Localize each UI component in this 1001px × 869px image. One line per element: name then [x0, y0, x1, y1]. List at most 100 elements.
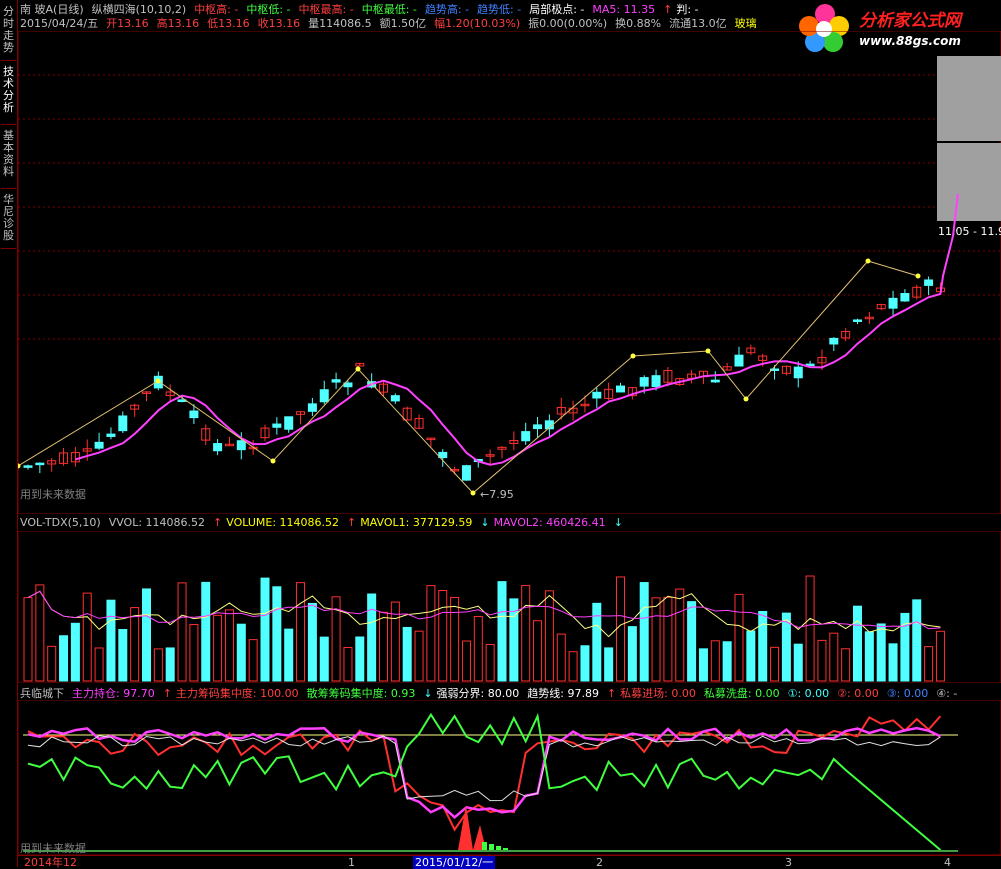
logo-title: 分析家公式网 [859, 11, 961, 31]
header-line2-item: 额1.50亿 [379, 17, 427, 30]
candle-body [793, 366, 803, 379]
header-line2-item: 玻璃 [734, 17, 757, 30]
header-line2-item: 量114086.5 [308, 17, 372, 30]
candle-body [888, 297, 898, 309]
volume-bar [841, 648, 851, 682]
header-line1-item: 南 玻A(日线) [20, 3, 84, 16]
candle-body [213, 443, 223, 452]
candle-body [284, 416, 294, 430]
candle-body [521, 431, 531, 442]
tab-diagnosis[interactable]: 华尼诊股 [1, 192, 16, 249]
header-line2-item: 振0.00(0.00%) [528, 17, 608, 30]
volume-bar [23, 597, 33, 682]
volume-bar [47, 645, 57, 682]
header-line2-item: 幅1.20(10.03%) [434, 17, 521, 30]
indicator-legend-item: ①: 0.00 [787, 687, 830, 700]
volume-bar [710, 640, 720, 682]
time-label-dec: 2014年12 [24, 856, 77, 869]
price-scale-block [937, 143, 1001, 221]
indicator-legend-item: ④: - [936, 687, 958, 700]
volume-bar [604, 647, 614, 682]
candle-body [710, 379, 720, 383]
candle-body [118, 415, 128, 432]
indicator-chart[interactable] [18, 700, 1001, 855]
volume-bar [438, 590, 448, 682]
candle-body [35, 462, 45, 466]
volume-bar [627, 626, 637, 682]
header-line2-item: 流通13.0亿 [669, 17, 727, 30]
trend-line [27, 735, 941, 802]
private-wash-bar [489, 844, 494, 850]
volume-bar [189, 624, 199, 682]
indicator-legend-item: 主力筹码集中度: 100.00 [175, 687, 299, 700]
time-axis: 2014年12 1 2015/01/12/一 2 3 4 [18, 855, 1001, 869]
volume-bar [639, 582, 649, 682]
indicator-legend-item: ③: 0.00 [886, 687, 929, 700]
volume-legend-item: ↑ [213, 516, 223, 529]
mavol1-line [27, 590, 941, 638]
candle-body [900, 293, 910, 302]
volume-bar [118, 629, 128, 682]
volume-bar [497, 581, 507, 682]
price-chart[interactable]: 11.05 - 11.9 ←7.95 [18, 31, 1001, 514]
volume-bar [722, 641, 732, 682]
indicator-legend-item: 私募洗盘: 0.00 [703, 687, 780, 700]
volume-legend-item: VOLUME: 114086.52 [226, 516, 339, 529]
pivot-marker [355, 366, 361, 372]
price-range-label: 11.05 - 11.9 [938, 225, 1001, 238]
volume-bar [94, 647, 104, 682]
indicator-legend-item: 散筹筹码集中度: 0.93 [306, 687, 416, 700]
volume-bar [379, 611, 388, 682]
volume-bar [142, 588, 151, 682]
volume-bar [556, 633, 566, 682]
volume-bar [461, 640, 471, 682]
volume-bar [343, 646, 353, 682]
volume-legend-item: ↓ [480, 516, 490, 529]
indicator-legend-item: ↑ [606, 687, 617, 700]
volume-bar [805, 575, 815, 682]
tab-fundamental[interactable]: 基本资料 [1, 128, 16, 189]
candle-body [734, 354, 744, 367]
candle-body [106, 433, 116, 437]
tab-technical[interactable]: 技术分析 [1, 64, 16, 125]
volume-bar [272, 586, 282, 682]
header-line2-item: 收13.16 [257, 17, 301, 30]
header-line2-item: 2015/04/24/五 [20, 17, 99, 30]
volume-bar [544, 590, 554, 682]
volume-bar [414, 630, 424, 682]
time-label-apr: 4 [944, 856, 951, 869]
pivot-marker [270, 458, 276, 464]
volume-bar [426, 585, 436, 682]
header-line1-item: 纵横四海(10,10,2) [91, 3, 187, 16]
candle-body [319, 389, 329, 403]
volume-bar [130, 607, 140, 682]
candle-body [94, 441, 104, 449]
volume-bar [592, 602, 602, 682]
tab-intraday[interactable]: 分时走势 [1, 4, 16, 61]
candle-body [236, 440, 246, 451]
candle-body [853, 319, 862, 322]
volume-bar [450, 596, 460, 682]
future-data-label: 用到未来数据 [20, 488, 86, 501]
header-line2-item: 低13.16 [207, 17, 250, 30]
header-line1-item: MA5: 11.35 [592, 3, 656, 16]
indicator-legend: 兵临城下 主力持仓: 97.70 ↑ 主力筹码集中度: 100.00 散筹筹码集中度: … [20, 687, 965, 700]
time-cursor-label[interactable]: 2015/01/12/一 [413, 856, 496, 869]
candle-body [639, 377, 649, 387]
volume-bar [260, 577, 270, 682]
volume-bar [177, 582, 187, 682]
volume-bar [829, 632, 839, 682]
volume-bar [924, 646, 934, 682]
volume-bar [758, 610, 768, 682]
candle-body [307, 403, 317, 412]
mavol2-line [27, 590, 941, 630]
volume-chart[interactable] [18, 531, 1001, 683]
volume-bar [70, 622, 80, 682]
header-line-2: 2015/04/24/五 开13.16 高13.16 低13.16 收13.16 量114… [20, 17, 765, 30]
ma5-line [75, 193, 959, 466]
volume-bar [201, 581, 211, 682]
time-label-feb: 2 [596, 856, 603, 869]
candle-body [189, 410, 199, 419]
header-line1-item: 中枢最高: - [298, 3, 354, 16]
pivot-marker [743, 396, 749, 402]
